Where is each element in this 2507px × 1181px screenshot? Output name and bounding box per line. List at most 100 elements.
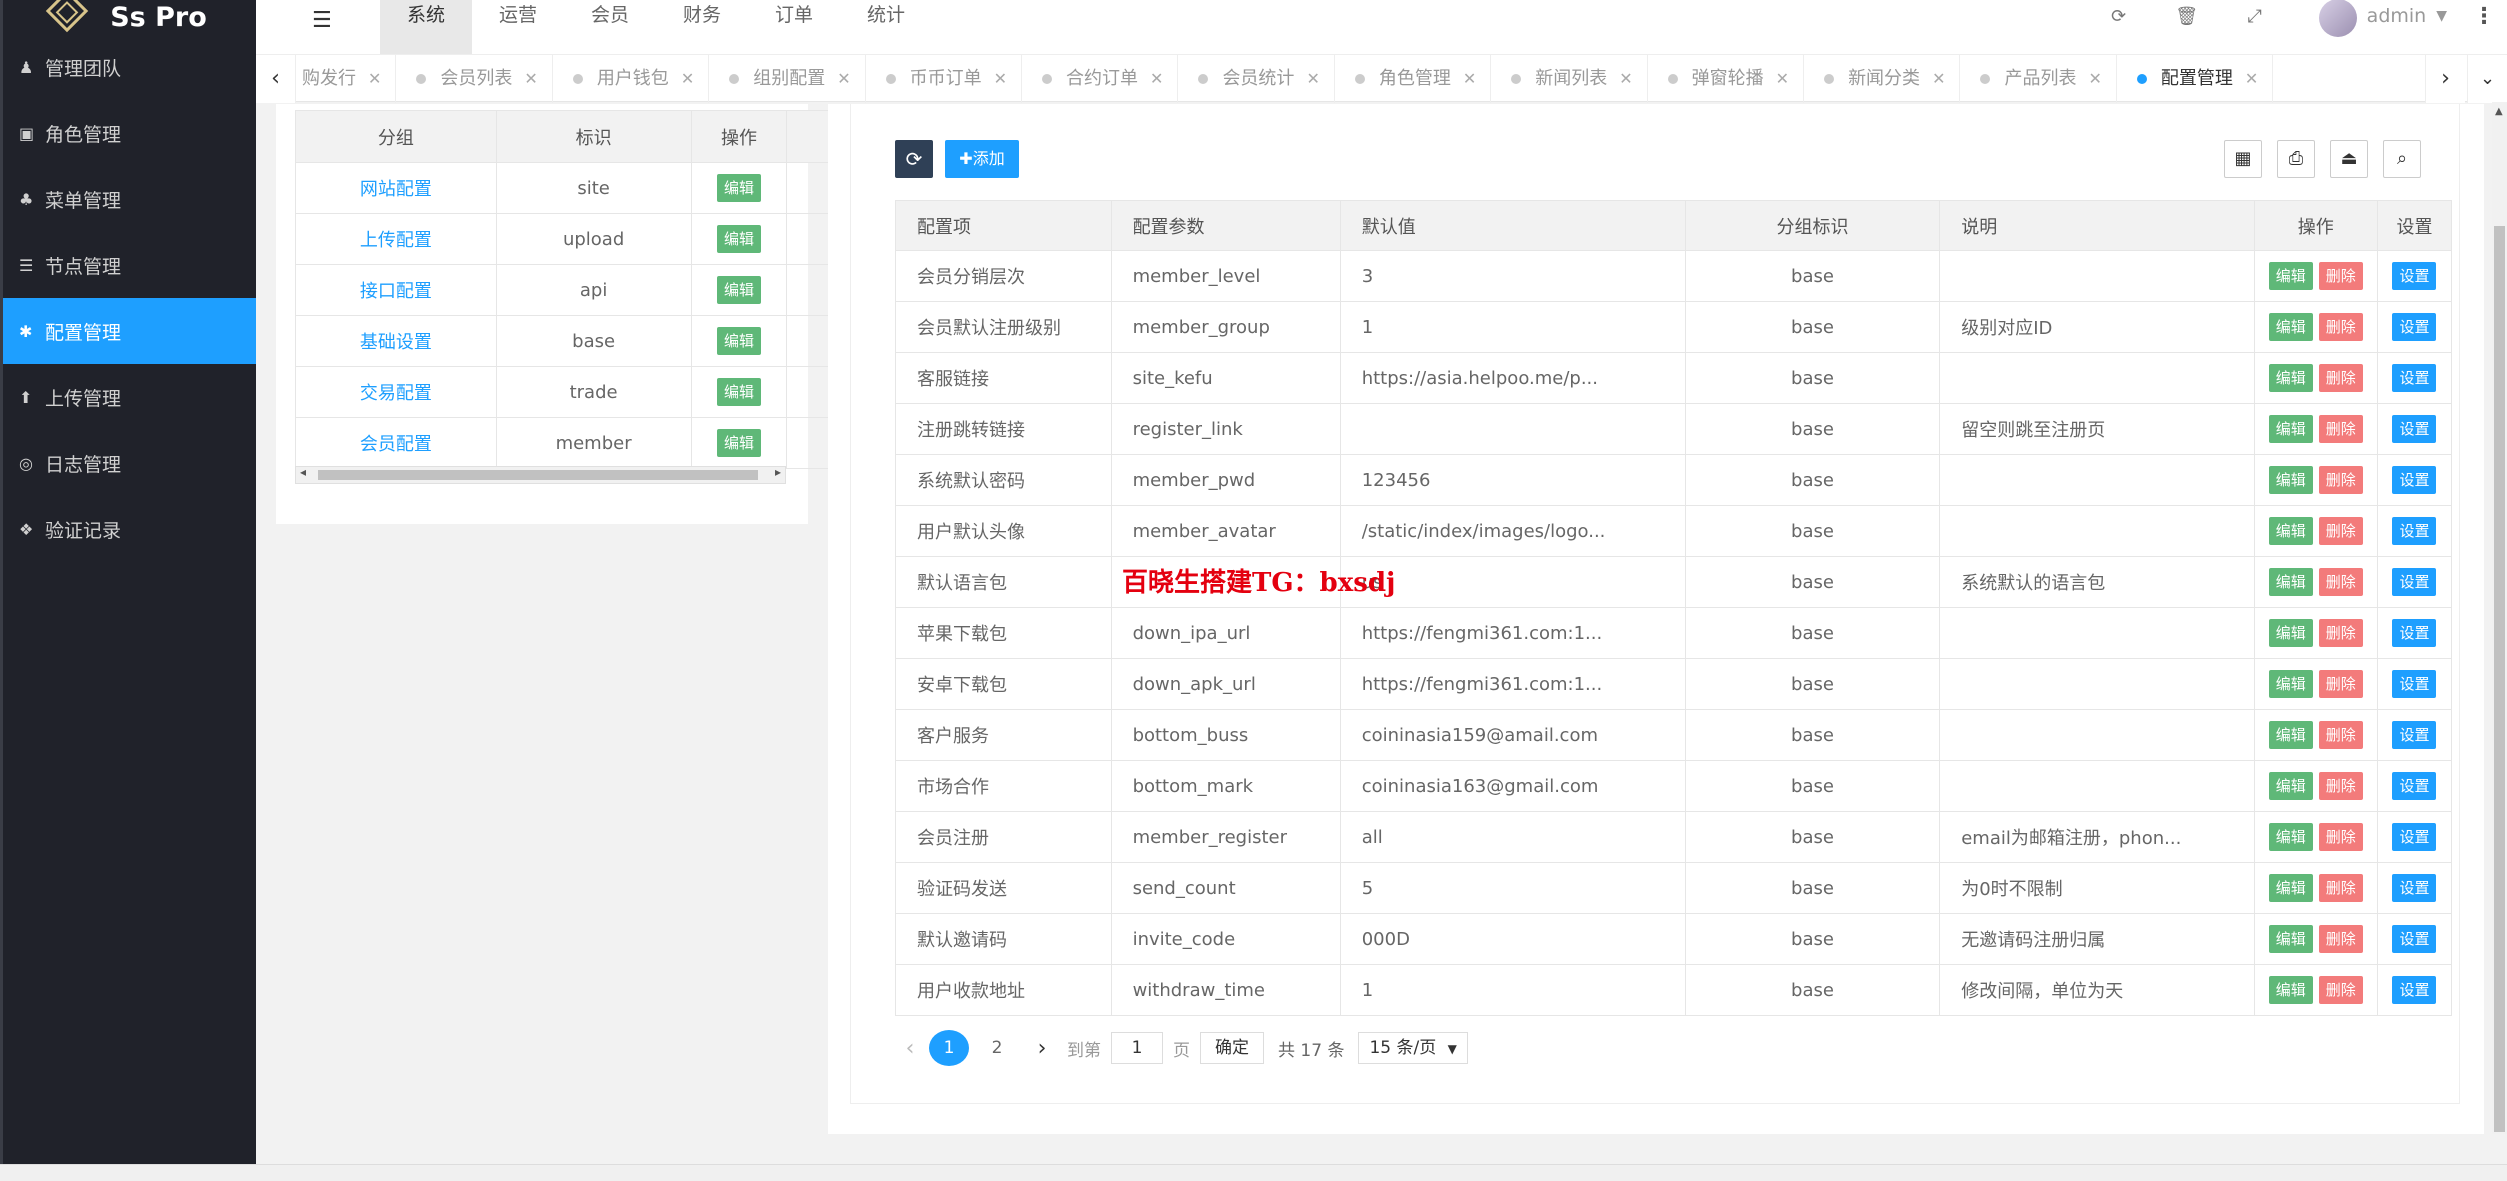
tab-issue[interactable]: 购发行 ✕: [296, 55, 397, 103]
sidebar-item-logs[interactable]: ◎ 日志管理: [3, 430, 256, 496]
edit-button[interactable]: 编辑: [2268, 568, 2313, 596]
group-link[interactable]: 网站配置: [295, 162, 497, 214]
edit-button[interactable]: 编辑: [716, 174, 761, 202]
topnav-order[interactable]: 订单: [748, 0, 840, 54]
edit-button[interactable]: 编辑: [2268, 976, 2313, 1004]
sidebar-item-menus[interactable]: ♣ 菜单管理: [3, 166, 256, 232]
settings-button[interactable]: 设置: [2392, 976, 2437, 1004]
close-icon[interactable]: ✕: [1619, 55, 1632, 103]
close-icon[interactable]: ✕: [2088, 55, 2101, 103]
tab-scroll-left-icon[interactable]: ‹: [256, 55, 296, 103]
sidebar-item-verify[interactable]: ❖ 验证记录: [3, 496, 256, 562]
add-button[interactable]: ✚添加: [945, 140, 1019, 178]
sidebar-item-config[interactable]: ✱ 配置管理: [3, 298, 256, 364]
page-size-select[interactable]: 15 条/页 ▼: [1358, 1032, 1468, 1064]
topnav-system[interactable]: 系统: [380, 0, 472, 54]
next-page-icon[interactable]: ›: [1027, 1036, 1057, 1061]
close-icon[interactable]: ✕: [681, 55, 694, 103]
edit-button[interactable]: 编辑: [2268, 415, 2313, 443]
close-icon[interactable]: ✕: [1932, 55, 1945, 103]
settings-button[interactable]: 设置: [2392, 823, 2437, 851]
scroll-right-icon[interactable]: ▸: [775, 465, 781, 479]
settings-button[interactable]: 设置: [2392, 568, 2437, 596]
topnav-finance[interactable]: 财务: [656, 0, 748, 54]
scrollbar-thumb[interactable]: [318, 470, 758, 480]
columns-icon[interactable]: ▦: [2224, 140, 2262, 178]
delete-button[interactable]: 删除: [2318, 670, 2363, 698]
tab-coin-orders[interactable]: 币币订单 ✕: [866, 55, 1023, 103]
edit-button[interactable]: 编辑: [716, 378, 761, 406]
topnav-member[interactable]: 会员: [564, 0, 656, 54]
delete-button[interactable]: 删除: [2318, 364, 2363, 392]
refresh-button[interactable]: ⟳: [895, 140, 933, 178]
delete-button[interactable]: 删除: [2318, 415, 2363, 443]
delete-button[interactable]: 删除: [2318, 823, 2363, 851]
fullscreen-icon[interactable]: ⤢: [2221, 6, 2289, 27]
edit-button[interactable]: 编辑: [716, 225, 761, 253]
tab-group-config[interactable]: 组别配置 ✕: [709, 55, 866, 103]
delete-button[interactable]: 删除: [2318, 568, 2363, 596]
group-link[interactable]: 基础设置: [295, 315, 497, 367]
settings-button[interactable]: 设置: [2392, 415, 2437, 443]
settings-button[interactable]: 设置: [2392, 874, 2437, 902]
delete-button[interactable]: 删除: [2318, 874, 2363, 902]
group-link[interactable]: 接口配置: [295, 264, 497, 316]
tab-roles[interactable]: 角色管理 ✕: [1335, 55, 1492, 103]
close-icon[interactable]: ✕: [1776, 55, 1789, 103]
edit-button[interactable]: 编辑: [2268, 364, 2313, 392]
settings-button[interactable]: 设置: [2392, 313, 2437, 341]
sidebar-item-team[interactable]: ♟ 管理团队: [3, 34, 256, 100]
edit-button[interactable]: 编辑: [2268, 466, 2313, 494]
scrollbar-thumb[interactable]: [2494, 226, 2505, 1132]
delete-button[interactable]: 删除: [2318, 262, 2363, 290]
confirm-button[interactable]: 确定: [1200, 1032, 1264, 1064]
edit-button[interactable]: 编辑: [716, 327, 761, 355]
tab-menu-chevron-down-icon[interactable]: ⌄: [2467, 55, 2507, 103]
delete-button[interactable]: 删除: [2318, 976, 2363, 1004]
sidebar-item-nodes[interactable]: ☰ 节点管理: [3, 232, 256, 298]
close-icon[interactable]: ✕: [524, 55, 537, 103]
edit-button[interactable]: 编辑: [2268, 313, 2313, 341]
tab-popup-carousel[interactable]: 弹窗轮播 ✕: [1648, 55, 1805, 103]
horizontal-scrollbar[interactable]: ◂ ▸: [295, 465, 786, 484]
page-button[interactable]: 2: [977, 1030, 1017, 1066]
delete-button[interactable]: 删除: [2318, 466, 2363, 494]
edit-button[interactable]: 编辑: [2268, 925, 2313, 953]
edit-button[interactable]: 编辑: [2268, 619, 2313, 647]
tab-news-category[interactable]: 新闻分类 ✕: [1804, 55, 1961, 103]
sidebar-item-roles[interactable]: ▣ 角色管理: [3, 100, 256, 166]
refresh-icon[interactable]: ⟳: [2085, 6, 2153, 27]
tab-wallet[interactable]: 用户钱包 ✕: [553, 55, 710, 103]
trash-icon[interactable]: 🗑: [2153, 6, 2221, 27]
group-link[interactable]: 会员配置: [295, 417, 497, 469]
edit-button[interactable]: 编辑: [2268, 721, 2313, 749]
close-icon[interactable]: ✕: [837, 55, 850, 103]
tab-config[interactable]: 配置管理 ✕: [2117, 55, 2274, 103]
print-icon[interactable]: ⎙: [2277, 140, 2315, 178]
close-icon[interactable]: ✕: [2245, 55, 2258, 103]
close-icon[interactable]: ✕: [1463, 55, 1476, 103]
settings-button[interactable]: 设置: [2392, 772, 2437, 800]
delete-button[interactable]: 删除: [2318, 721, 2363, 749]
more-icon[interactable]: ⋮: [2473, 4, 2495, 29]
brand-logo[interactable]: Ss Pro: [3, 0, 256, 34]
edit-button[interactable]: 编辑: [2268, 670, 2313, 698]
menu-fold-icon[interactable]: ☰: [312, 8, 332, 33]
tab-member-stats[interactable]: 会员统计 ✕: [1178, 55, 1335, 103]
user-name[interactable]: admin: [2367, 5, 2427, 27]
settings-button[interactable]: 设置: [2392, 364, 2437, 392]
tab-product-list[interactable]: 产品列表 ✕: [1960, 55, 2117, 103]
close-icon[interactable]: ✕: [1306, 55, 1319, 103]
settings-button[interactable]: 设置: [2392, 670, 2437, 698]
settings-button[interactable]: 设置: [2392, 721, 2437, 749]
tab-member-list[interactable]: 会员列表 ✕: [396, 55, 553, 103]
tab-news-list[interactable]: 新闻列表 ✕: [1491, 55, 1648, 103]
delete-button[interactable]: 删除: [2318, 772, 2363, 800]
edit-button[interactable]: 编辑: [2268, 874, 2313, 902]
export-icon[interactable]: ⏏: [2330, 140, 2368, 178]
close-icon[interactable]: ✕: [368, 55, 381, 103]
delete-button[interactable]: 删除: [2318, 517, 2363, 545]
settings-button[interactable]: 设置: [2392, 517, 2437, 545]
sidebar-item-upload[interactable]: ⬆ 上传管理: [3, 364, 256, 430]
page-button[interactable]: 1: [929, 1030, 969, 1066]
